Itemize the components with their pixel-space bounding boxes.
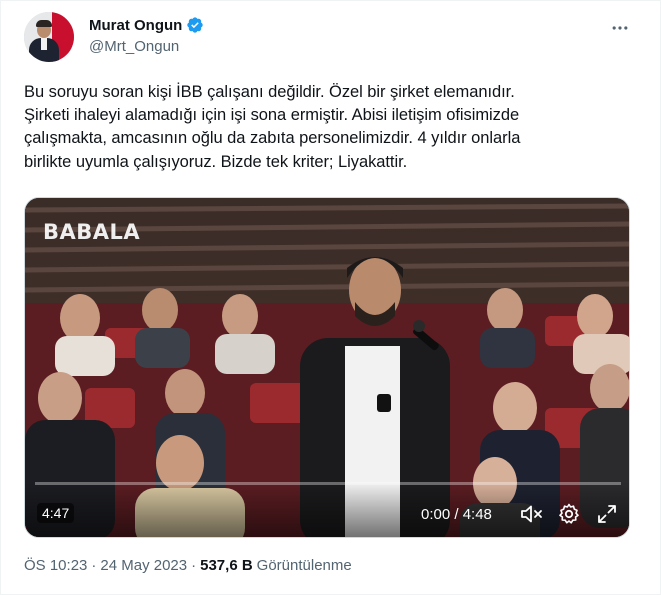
mute-button[interactable] [519, 502, 545, 526]
meta-separator: · [91, 557, 97, 574]
author-name-row[interactable]: Murat Ongun [89, 16, 204, 34]
fullscreen-button[interactable] [595, 502, 619, 526]
verified-badge-icon [187, 17, 204, 33]
tweet-text: Bu soruyu soran kişi İBB çalışanı değild… [24, 83, 521, 171]
views-count: 537,6 B [200, 557, 253, 574]
views-label: Görüntülenme [256, 557, 352, 574]
tweet-card[interactable]: Murat Ongun @Mrt_Ongun Bu soruyu soran k… [0, 0, 661, 595]
author-handle[interactable]: @Mrt_Ongun [89, 38, 179, 55]
video-controls: 0:00 / 4:48 [25, 482, 629, 537]
tweet-date[interactable]: 24 May 2023 [100, 557, 187, 574]
tweet-metadata: ÖS 10:23 · 24 May 2023 · 537,6 B Görüntü… [24, 557, 352, 574]
progress-bar[interactable] [35, 482, 621, 485]
avatar[interactable] [24, 12, 74, 62]
tweet-time[interactable]: ÖS 10:23 [24, 557, 87, 574]
settings-button[interactable] [557, 502, 581, 526]
author-display-name[interactable]: Murat Ongun [89, 17, 182, 34]
volume-muted-icon [521, 505, 542, 523]
more-horizontal-icon [612, 26, 628, 30]
gear-icon [559, 503, 579, 524]
channel-watermark: BABALA [43, 220, 141, 244]
duration-badge: 4:47 [37, 503, 75, 523]
time-display: 0:00 / 4:48 [421, 506, 492, 523]
meta-separator: · [191, 557, 197, 574]
video-player[interactable]: BABALA 0:00 / 4:48 4:47 [24, 197, 630, 538]
more-options-button[interactable] [607, 15, 633, 41]
fullscreen-icon [598, 505, 616, 523]
